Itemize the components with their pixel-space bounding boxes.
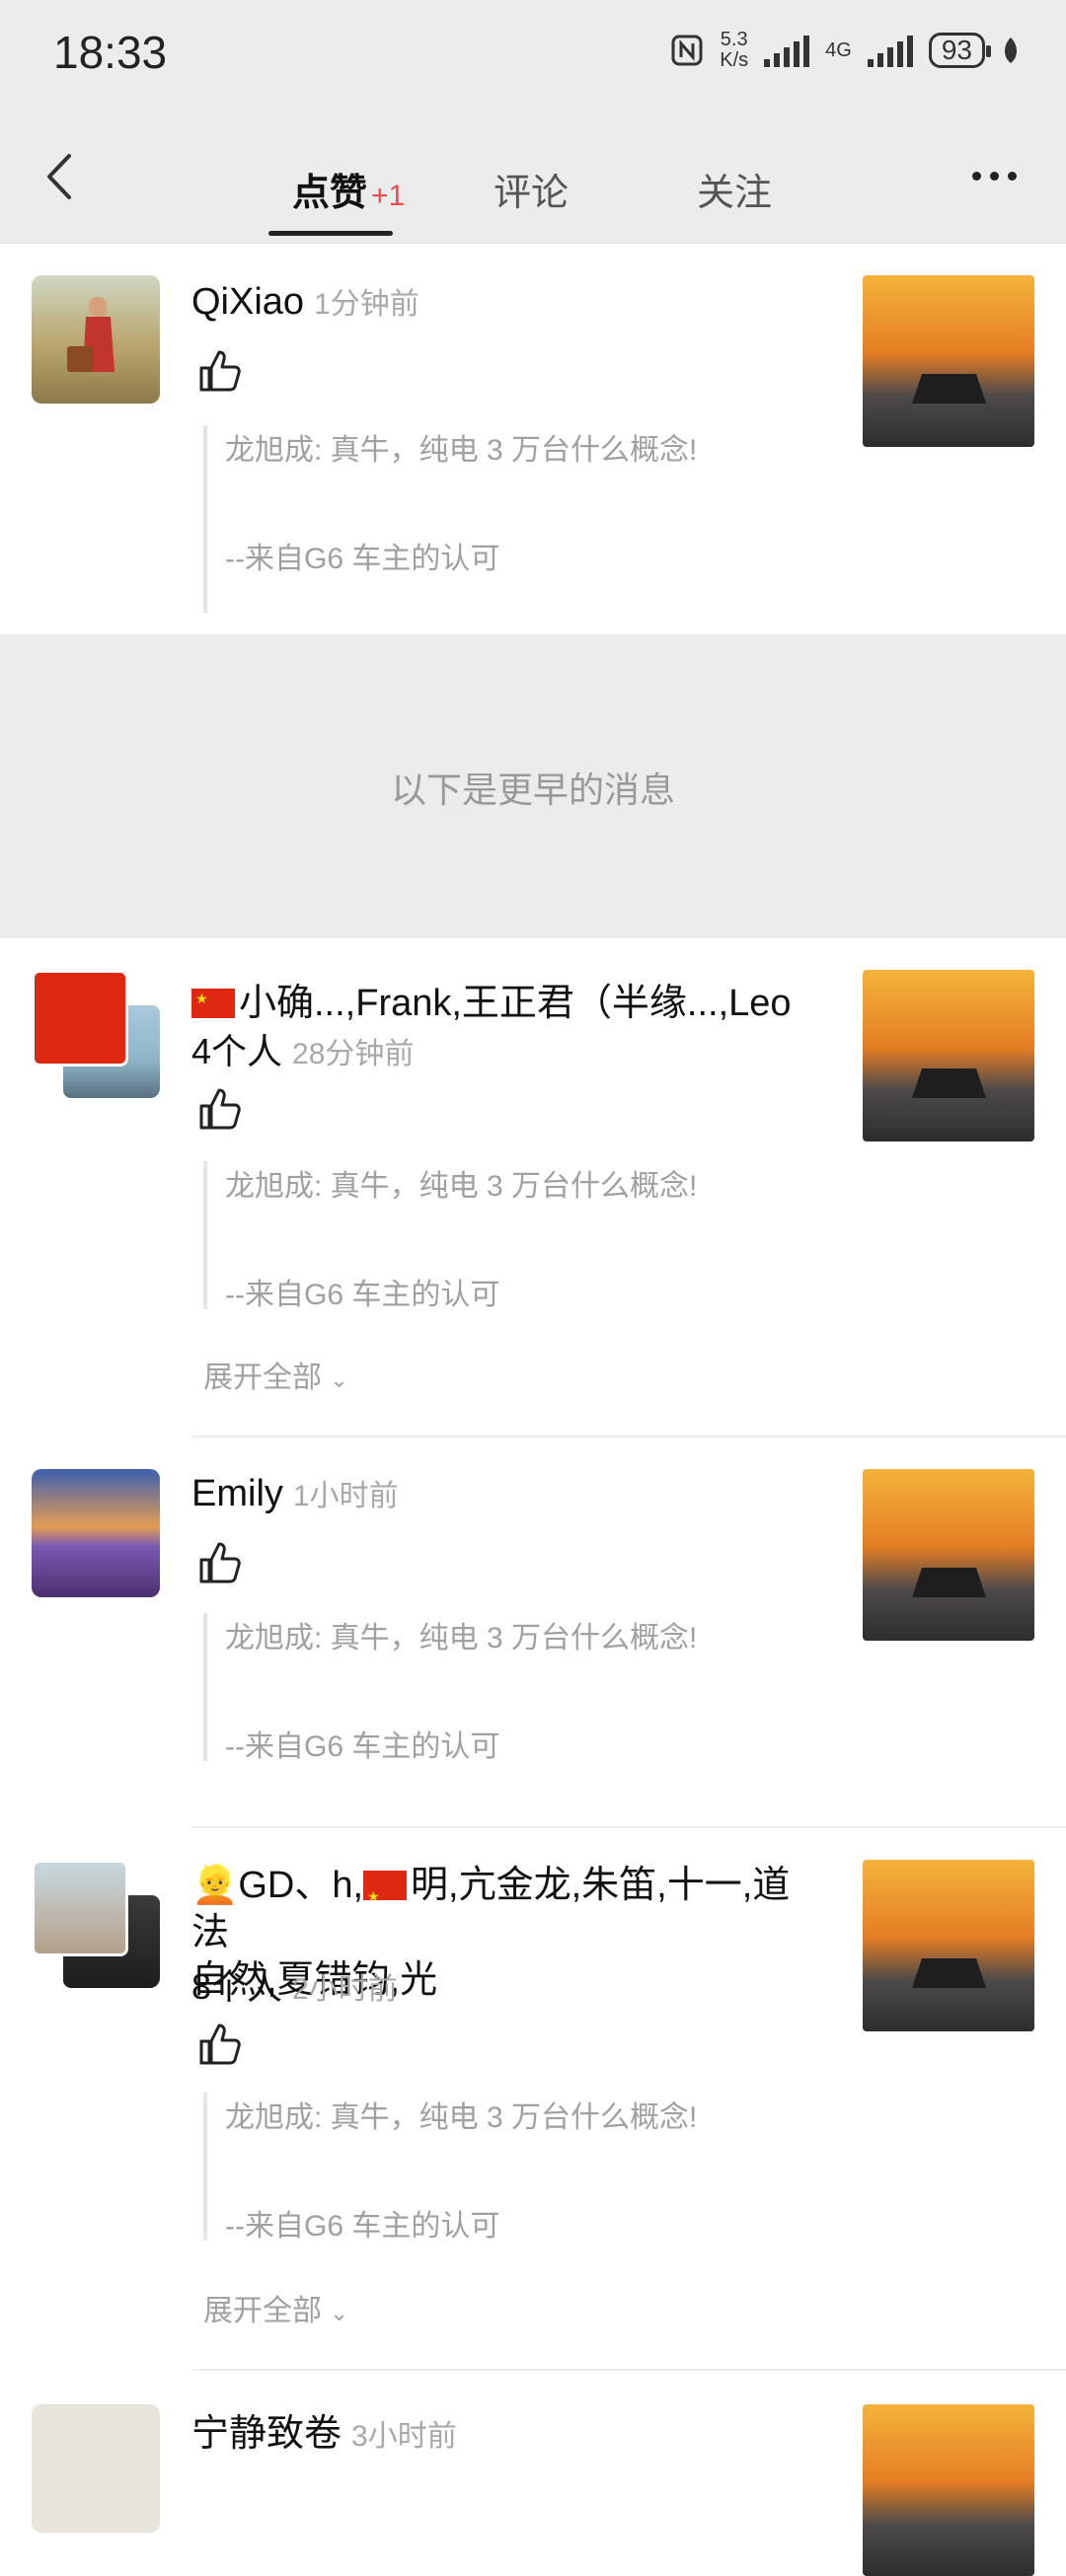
active-tab-indicator xyxy=(268,231,393,236)
earlier-messages-divider: 以下是更早的消息 xyxy=(0,636,1066,938)
quoted-comment[interactable]: 龙旭成: 真牛，纯电 3 万台什么概念! --来自G6 车主的认可 xyxy=(203,425,697,613)
thumbs-up-icon xyxy=(199,1088,241,1130)
thumbs-up-icon xyxy=(199,2024,241,2065)
avatar-front xyxy=(32,970,128,1067)
post-thumbnail[interactable] xyxy=(863,1469,1034,1641)
signal-4g-label: 4G xyxy=(825,38,852,61)
avatar-image xyxy=(67,297,114,372)
status-icons: 5.3 K/s 4G 93 xyxy=(670,30,1021,71)
tab-follows[interactable]: 关注 xyxy=(697,162,772,216)
quoted-comment[interactable]: 龙旭成: 真牛，纯电 3 万台什么概念! --来自G6 车主的认可 xyxy=(203,2093,697,2243)
list-item[interactable]: QiXiao 1分钟前 龙旭成: 真牛，纯电 3 万台什么概念! --来自G6 车主… xyxy=(0,244,1066,636)
status-bar: 18:33 5.3 K/s 4G 93 xyxy=(0,0,1066,109)
chevron-down-icon: ⌄ xyxy=(330,2301,348,2325)
thumbs-up-icon xyxy=(199,1542,241,1583)
china-flag-icon xyxy=(191,989,235,1018)
liker-names[interactable]: 小确...,Frank,王正君（半缘...,Leo xyxy=(191,972,792,1026)
battery-icon: 93 xyxy=(928,33,992,68)
liker-count: 4个人 28分钟前 xyxy=(191,1031,415,1071)
tab-likes[interactable]: 点赞 +1 xyxy=(292,162,405,216)
avatar[interactable] xyxy=(32,2404,160,2533)
expand-all-button[interactable]: 展开全部 ⌄ xyxy=(203,1353,348,1396)
thumbs-up-icon xyxy=(199,350,241,392)
quoted-comment[interactable]: 龙旭成: 真牛，纯电 3 万台什么概念! --来自G6 车主的认可 xyxy=(203,1613,697,1763)
list-item[interactable]: 👱GD、h,明,亢金龙,朱笛,十一,道法自然,夏错钧,光 8个人2小时前 龙旭成… xyxy=(0,1828,1066,2371)
chevron-down-icon: ⌄ xyxy=(330,1367,348,1392)
expand-all-button[interactable]: 展开全部 ⌄ xyxy=(203,2286,348,2329)
liker-name[interactable]: QiXiao 1分钟前 xyxy=(191,279,419,324)
china-flag-icon xyxy=(363,1871,408,1920)
likes-badge: +1 xyxy=(371,180,406,212)
avatar[interactable] xyxy=(32,1469,160,1597)
avatar-front xyxy=(32,1860,128,1956)
status-time: 18:33 xyxy=(53,27,168,78)
list-item[interactable]: 宁静致卷 3小时前 xyxy=(0,2371,1066,2576)
nav-bar: 点赞 +1 评论 关注 xyxy=(0,109,1066,244)
nfc-icon xyxy=(671,35,703,66)
post-thumbnail[interactable] xyxy=(863,970,1034,1141)
tab-comments[interactable]: 评论 xyxy=(494,162,569,216)
more-icon[interactable] xyxy=(972,172,1017,181)
group-avatar[interactable] xyxy=(32,970,160,1098)
back-arrow-icon[interactable] xyxy=(36,150,89,203)
post-thumbnail[interactable] xyxy=(863,1860,1034,2031)
liker-name[interactable]: Emily 1小时前 xyxy=(191,1471,399,1515)
leaf-icon xyxy=(1005,37,1017,63)
quoted-comment[interactable]: 龙旭成: 真牛，纯电 3 万台什么概念! --来自G6 车主的认可 xyxy=(203,1161,697,1311)
list-item[interactable]: 小确...,Frank,王正君（半缘...,Leo 4个人28分钟前 龙旭成: … xyxy=(0,938,1066,1437)
group-avatar[interactable] xyxy=(32,1860,160,1988)
list-item[interactable]: Emily 1小时前 龙旭成: 真牛，纯电 3 万台什么概念! --来自G6 车主的… xyxy=(0,1437,1066,1828)
liker-count: 8个人 2小时前 xyxy=(191,1966,398,2007)
signal-icon-2 xyxy=(867,34,913,67)
signal-icon xyxy=(764,34,810,67)
post-thumbnail[interactable] xyxy=(863,2404,1034,2576)
avatar[interactable] xyxy=(32,275,160,404)
liker-name[interactable]: 宁静致卷 3小时前 xyxy=(191,2402,457,2457)
post-thumbnail[interactable] xyxy=(863,275,1034,447)
net-speed: 5.3 K/s xyxy=(720,29,749,71)
person-emoji-icon: 👱 xyxy=(191,1865,239,1906)
